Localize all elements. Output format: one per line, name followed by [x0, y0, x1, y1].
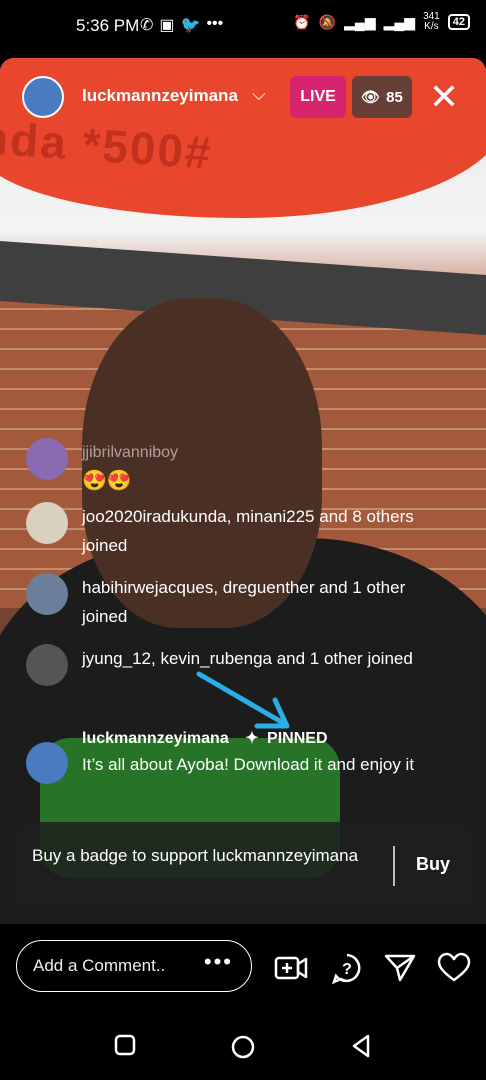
pinned-label: PINNED [267, 730, 328, 747]
comment-item: jjibrilvanniboy 😍😍 [26, 438, 178, 496]
pinned-username: luckmannzeyimana [82, 730, 229, 747]
join-notice: joo2020iradukunda, minani225 and 8 other… [26, 502, 422, 560]
badge-text: Buy a badge to support luckmannzeyimana [32, 846, 359, 865]
wifi-icon: ▂▄▆ [383, 13, 416, 30]
more-options-icon[interactable]: ••• [204, 949, 233, 975]
status-time: 5:36 PM [76, 16, 140, 35]
live-badge: LIVE [290, 76, 346, 118]
avatar [26, 573, 68, 615]
signal-icon: ▂▄▆ [344, 13, 376, 30]
svg-text:?: ? [342, 961, 352, 978]
divider [393, 846, 395, 886]
twitter-icon: 🐦 [180, 17, 201, 34]
status-right-icons: ⏰ 🔕 ▂▄▆ ▂▄▆ 341 K/s 42 [293, 12, 470, 32]
viewer-count: 85 [386, 88, 403, 106]
comment-placeholder: Add a Comment.. [33, 956, 166, 975]
app-icon: ▣ [159, 17, 175, 34]
join-text: habihirwejacques, dreguenther and 1 othe… [82, 578, 406, 626]
buy-button[interactable]: Buy [416, 854, 450, 875]
comment-text: 😍😍 [82, 470, 132, 492]
host-avatar[interactable] [22, 76, 64, 118]
bottom-bar: Add a Comment.. ••• ? [0, 924, 486, 1010]
send-icon[interactable] [383, 952, 417, 984]
pinned-text: It’s all about Ayoba! Download it and en… [82, 755, 415, 774]
question-icon[interactable]: ? [330, 952, 364, 984]
avatar [26, 644, 68, 686]
home-icon[interactable] [230, 1034, 256, 1060]
join-text: joo2020iradukunda, minani225 and 8 other… [82, 507, 414, 555]
join-notice: habihirwejacques, dreguenther and 1 othe… [26, 573, 422, 631]
recents-icon[interactable] [114, 1034, 136, 1056]
avatar[interactable] [26, 742, 68, 784]
mute-icon: 🔕 [318, 13, 337, 30]
viewer-count-badge[interactable]: 👁 85 [352, 76, 412, 118]
eye-icon: 👁 [361, 89, 381, 106]
chevron-down-icon[interactable]: ⌵ [252, 84, 266, 105]
back-icon[interactable] [350, 1034, 372, 1058]
pinned-comment[interactable]: luckmannzeyimana ✦ PINNED It’s all about… [26, 728, 466, 784]
whatsapp-icon: ✆ [140, 17, 154, 34]
close-icon[interactable]: ✕ [426, 76, 462, 118]
badge-card: Buy a badge to support luckmannzeyimana … [16, 822, 472, 910]
avatar [26, 502, 68, 544]
status-bar: 5:36 PM ✆ ▣ 🐦 ••• ⏰ 🔕 ▂▄▆ ▂▄▆ 341 K/s 42 [0, 0, 486, 58]
comment-username: jjibrilvanniboy [82, 444, 179, 461]
avatar[interactable] [26, 438, 68, 480]
live-header: luckmannzeyimana ⌵ LIVE 👁 85 ✕ [0, 70, 486, 126]
more-dots-icon: ••• [206, 15, 224, 32]
battery-indicator: 42 [447, 14, 470, 30]
comment-input[interactable]: Add a Comment.. ••• [16, 940, 252, 992]
status-left-icons: ✆ ▣ 🐦 ••• [140, 15, 223, 35]
pin-icon: ✦ [245, 730, 259, 747]
add-video-guest-icon[interactable] [274, 952, 308, 984]
alarm-icon: ⏰ [293, 13, 311, 30]
host-name[interactable]: luckmannzeyimana [82, 86, 238, 106]
net-speed: 341 K/s [423, 11, 440, 32]
heart-icon[interactable] [437, 952, 471, 984]
system-nav-bar [0, 1010, 486, 1080]
